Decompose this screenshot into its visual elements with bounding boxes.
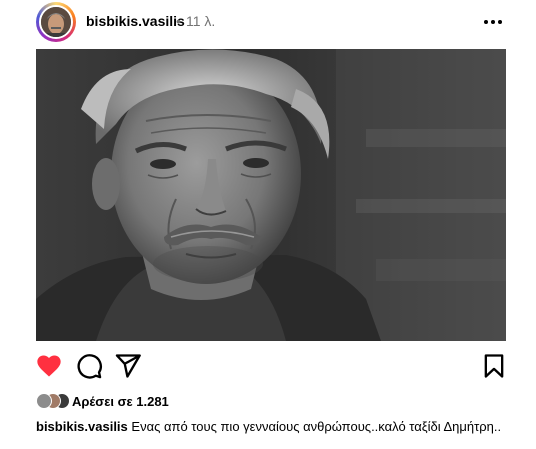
username-link[interactable]: bisbikis.vasilis (86, 13, 185, 29)
post-time[interactable]: 11 λ. (186, 13, 215, 29)
separator-dot: • (176, 13, 181, 29)
likes-row: Αρέσει σε 1.281 (36, 392, 436, 412)
bookmark-icon[interactable] (480, 352, 508, 380)
instagram-post: bisbikis.vasilis • 11 λ. Αρέσει σε 1.281… (0, 0, 536, 449)
caption-text: Ενας από τους πιο γενναίους ανθρώπους..κ… (131, 419, 502, 434)
likes-count[interactable]: Αρέσει σε 1.281 (72, 394, 169, 409)
post-image[interactable] (36, 49, 506, 341)
heart-icon[interactable] (35, 352, 63, 380)
story-ring[interactable] (36, 2, 76, 42)
post-header: bisbikis.vasilis • 11 λ. (0, 0, 536, 46)
avatar[interactable] (39, 5, 73, 39)
share-icon[interactable] (114, 352, 142, 380)
post-actions (0, 352, 536, 384)
more-options-icon[interactable] (478, 10, 508, 34)
post-caption: bisbikis.vasilis Ενας από τους πιο γεννα… (36, 418, 506, 436)
comment-icon[interactable] (75, 352, 103, 380)
liker-avatar[interactable] (36, 393, 52, 409)
caption-username[interactable]: bisbikis.vasilis (36, 419, 128, 434)
